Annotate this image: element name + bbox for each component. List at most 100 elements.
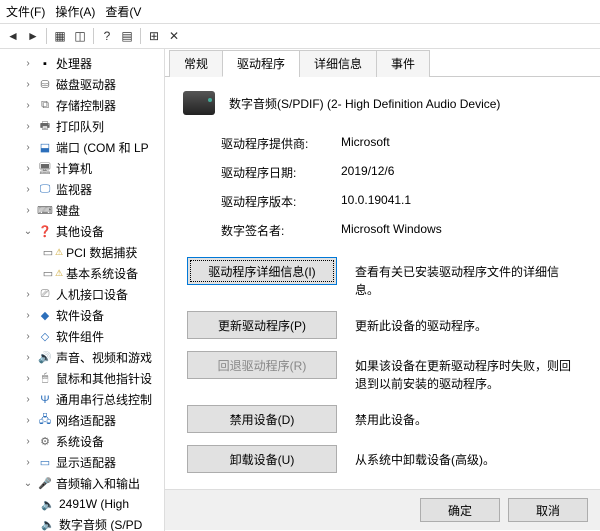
chevron-right-icon[interactable]: › <box>22 100 34 111</box>
software-icon: ◆ <box>37 308 53 324</box>
version-value: 10.0.19041.1 <box>341 193 582 210</box>
properties-panel: 常规 驱动程序 详细信息 事件 数字音频(S/PDIF) (2- High De… <box>165 49 600 531</box>
tree-label[interactable]: 通用串行总线控制 <box>56 391 152 408</box>
device-title: 数字音频(S/PDIF) (2- High Definition Audio D… <box>229 95 500 112</box>
tree-label[interactable]: 磁盘驱动器 <box>56 76 116 93</box>
tree-label[interactable]: 基本系统设备 <box>66 265 138 282</box>
tree-label[interactable]: 网络适配器 <box>56 412 116 429</box>
chevron-right-icon[interactable]: › <box>22 310 34 321</box>
provider-value: Microsoft <box>341 135 582 152</box>
tab-driver[interactable]: 驱动程序 <box>222 50 300 77</box>
dialog-footer: 确定 取消 <box>165 489 600 530</box>
disk-icon: ⛁ <box>37 77 53 93</box>
back-icon[interactable]: ◄ <box>4 27 22 45</box>
ok-button[interactable]: 确定 <box>420 498 500 522</box>
cancel-button[interactable]: 取消 <box>508 498 588 522</box>
tree-label[interactable]: 鼠标和其他指针设 <box>56 370 152 387</box>
sound-icon: 🔊 <box>37 350 53 366</box>
signer-value: Microsoft Windows <box>341 222 582 239</box>
chevron-right-icon[interactable]: › <box>22 163 34 174</box>
toolbar-icon[interactable]: ✕ <box>165 27 183 45</box>
warning-icon: ⚠ <box>55 268 63 279</box>
chevron-right-icon[interactable]: › <box>22 457 34 468</box>
update-driver-button[interactable]: 更新驱动程序(P) <box>187 311 337 339</box>
tree-label[interactable]: 端口 (COM 和 LP <box>56 139 149 156</box>
help-icon[interactable]: ? <box>98 27 116 45</box>
tab-events[interactable]: 事件 <box>376 50 430 77</box>
tree-label[interactable]: 软件设备 <box>56 307 104 324</box>
tree-label[interactable]: 系统设备 <box>56 433 104 450</box>
signer-label: 数字签名者: <box>221 222 341 239</box>
date-label: 驱动程序日期: <box>221 164 341 181</box>
menu-file[interactable]: 文件(F) <box>6 3 45 20</box>
disable-device-button[interactable]: 禁用设备(D) <box>187 405 337 433</box>
tree-label[interactable]: 数字音频 (S/PD <box>59 516 142 531</box>
tree-label[interactable]: 其他设备 <box>56 223 104 240</box>
forward-icon[interactable]: ► <box>24 27 42 45</box>
tree-label[interactable]: 处理器 <box>56 55 92 72</box>
display-icon: ▭ <box>37 455 53 471</box>
chevron-right-icon[interactable]: › <box>22 394 34 405</box>
chevron-right-icon[interactable]: › <box>22 121 34 132</box>
chevron-right-icon[interactable]: › <box>22 184 34 195</box>
tree-label[interactable]: 软件组件 <box>56 328 104 345</box>
chevron-right-icon[interactable]: › <box>22 289 34 300</box>
divider <box>46 28 47 44</box>
device-icon: ▭ <box>40 245 56 261</box>
rollback-driver-button: 回退驱动程序(R) <box>187 351 337 379</box>
tree-label[interactable]: 显示适配器 <box>56 454 116 471</box>
tree-label[interactable]: 打印队列 <box>56 118 104 135</box>
tree-label[interactable]: 2491W (High <box>59 497 129 511</box>
hid-icon: ⎚ <box>37 287 53 303</box>
tree-label[interactable]: 存储控制器 <box>56 97 116 114</box>
storage-icon: ⧉ <box>37 98 53 114</box>
action-desc: 更新此设备的驱动程序。 <box>355 311 582 335</box>
chevron-down-icon[interactable]: ⌄ <box>22 226 34 237</box>
driver-details-button[interactable]: 驱动程序详细信息(I) <box>187 257 337 285</box>
warning-icon: ⚠ <box>55 247 63 258</box>
tree-label[interactable]: 音频输入和输出 <box>56 475 140 492</box>
action-desc: 如果该设备在更新驱动程序时失败，则回退到以前安装的驱动程序。 <box>355 351 582 393</box>
chevron-right-icon[interactable]: › <box>22 142 34 153</box>
tree-label[interactable]: PCI 数据捕获 <box>66 244 137 261</box>
tree-label[interactable]: 计算机 <box>56 160 92 177</box>
toolbar: ◄ ► ▦ ◫ ? ▤ ⊞ ✕ <box>0 24 600 49</box>
uninstall-device-button[interactable]: 卸载设备(U) <box>187 445 337 473</box>
chevron-right-icon[interactable]: › <box>22 373 34 384</box>
cpu-icon: ▪ <box>37 56 53 72</box>
toolbar-icon[interactable]: ▤ <box>118 27 136 45</box>
keyboard-icon: ⌨ <box>37 203 53 219</box>
tree-label[interactable]: 人机接口设备 <box>56 286 128 303</box>
action-desc: 从系统中卸载设备(高级)。 <box>355 445 582 469</box>
chevron-right-icon[interactable]: › <box>22 331 34 342</box>
chevron-right-icon[interactable]: › <box>22 79 34 90</box>
action-desc: 禁用此设备。 <box>355 405 582 429</box>
chevron-right-icon[interactable]: › <box>22 436 34 447</box>
date-value: 2019/12/6 <box>341 164 582 181</box>
provider-label: 驱动程序提供商: <box>221 135 341 152</box>
chevron-right-icon[interactable]: › <box>22 205 34 216</box>
device-tree[interactable]: ›▪处理器 ›⛁磁盘驱动器 ›⧉存储控制器 ›🖶打印队列 ›⬓端口 (COM 和… <box>0 49 165 531</box>
device-icon <box>183 91 215 115</box>
toolbar-icon[interactable]: ◫ <box>71 27 89 45</box>
menu-action[interactable]: 操作(A) <box>55 3 95 20</box>
computer-icon: 🖥 <box>37 161 53 177</box>
chevron-down-icon[interactable]: ⌄ <box>22 478 34 489</box>
divider <box>93 28 94 44</box>
monitor-icon: 🖵 <box>37 182 53 198</box>
tree-label[interactable]: 声音、视频和游戏 <box>56 349 152 366</box>
tabs: 常规 驱动程序 详细信息 事件 <box>165 49 600 77</box>
mouse-icon: 🖱 <box>37 371 53 387</box>
chevron-right-icon[interactable]: › <box>22 58 34 69</box>
tree-label[interactable]: 键盘 <box>56 202 80 219</box>
menu-view[interactable]: 查看(V <box>105 3 141 20</box>
chevron-right-icon[interactable]: › <box>22 415 34 426</box>
other-icon: ❓ <box>37 224 53 240</box>
chevron-right-icon[interactable]: › <box>22 352 34 363</box>
toolbar-icon[interactable]: ▦ <box>51 27 69 45</box>
device-icon: ▭ <box>40 266 56 282</box>
tab-details[interactable]: 详细信息 <box>299 50 377 77</box>
toolbar-icon[interactable]: ⊞ <box>145 27 163 45</box>
tree-label[interactable]: 监视器 <box>56 181 92 198</box>
tab-general[interactable]: 常规 <box>169 50 223 77</box>
